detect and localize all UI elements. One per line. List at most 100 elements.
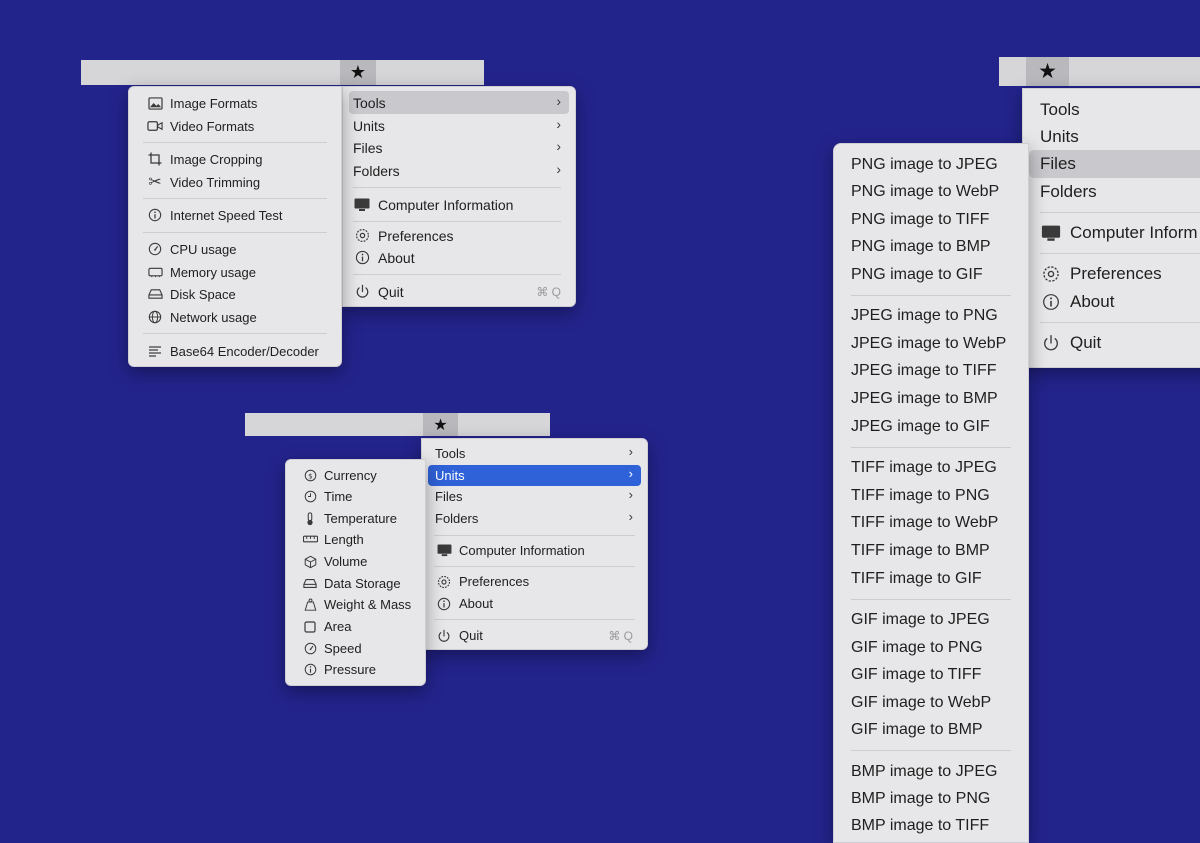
menu-item-computer-information[interactable]: Computer Information [428,540,641,561]
menu-item-label: TIFF image to WebP [851,513,999,531]
menu-item-pressure[interactable]: Pressure [292,659,419,680]
menu-item-label: Units [435,468,465,483]
menu-item-tools[interactable]: Tools › [428,443,641,464]
menu-item-quit[interactable]: Quit [1029,329,1200,357]
menu-item-jpeg-to-png[interactable]: JPEG image to PNG [840,302,1022,329]
menu-item-image-cropping[interactable]: Image Cropping [135,148,335,170]
menu-item-label: PNG image to TIFF [851,210,990,228]
menu-item-disk-space[interactable]: Disk Space [135,283,335,305]
menu-item-bmp-to-tiff[interactable]: BMP image to TIFF [840,812,1022,839]
menu-item-tiff-to-bmp[interactable]: TIFF image to BMP [840,537,1022,564]
menu-item-label: PNG image to WebP [851,182,1000,200]
menu-item-memory-usage[interactable]: Memory usage [135,261,335,283]
star-menu-button[interactable]: ★ [1026,57,1069,86]
menu-item-files[interactable]: Files › [349,136,569,159]
menu-item-preferences[interactable]: Preferences [1029,260,1200,288]
menu-item-png-to-webp[interactable]: PNG image to WebP [840,178,1022,205]
menu-item-video-formats[interactable]: Video Formats [135,115,335,137]
menu-item-computer-information[interactable]: Computer Inform [1029,219,1200,247]
menu-item-label: Currency [324,468,377,483]
menu-item-gif-to-png[interactable]: GIF image to PNG [840,634,1022,661]
menu-item-jpeg-to-tiff[interactable]: JPEG image to TIFF [840,357,1022,384]
menu-item-files[interactable]: Files › [428,486,641,507]
separator [143,232,327,233]
menu-item-base64[interactable]: Base64 Encoder/Decoder [135,340,335,362]
menu-item-label: Speed [324,641,362,656]
menu-item-png-to-gif[interactable]: PNG image to GIF [840,261,1022,288]
menu-item-gif-to-bmp[interactable]: GIF image to BMP [840,716,1022,743]
menu-item-units[interactable]: Units [1029,123,1200,150]
menu-bar [245,413,550,436]
menu-item-folders[interactable]: Folders [1029,178,1200,205]
menu-item-cpu-usage[interactable]: CPU usage [135,238,335,260]
menu-item-about[interactable]: About [428,593,641,614]
thermometer-icon [301,511,319,526]
menu-item-folders[interactable]: Folders › [428,508,641,529]
menu-item-bmp-to-jpeg[interactable]: BMP image to JPEG [840,758,1022,785]
menu-item-png-to-bmp[interactable]: PNG image to BMP [840,233,1022,260]
menu-item-temperature[interactable]: Temperature [292,508,419,529]
star-menu-button[interactable]: ★ [340,60,376,85]
image-icon [145,96,165,110]
menu-item-label: Pressure [324,662,377,677]
menu-item-preferences[interactable]: Preferences [349,224,569,247]
chevron-right-icon: › [628,466,633,481]
menu-item-gif-to-tiff[interactable]: GIF image to TIFF [840,661,1022,688]
menu-item-length[interactable]: Length [292,529,419,550]
menu-item-about[interactable]: About [1029,288,1200,316]
menu-item-jpeg-to-webp[interactable]: JPEG image to WebP [840,330,1022,357]
menu-item-volume[interactable]: Volume [292,551,419,572]
menu-item-data-storage[interactable]: Data Storage [292,573,419,594]
menu-item-units[interactable]: Units › [428,465,641,486]
menu-item-label: Quit [1070,333,1102,352]
menu-item-tiff-to-png[interactable]: TIFF image to PNG [840,482,1022,509]
star-menu-button[interactable]: ★ [423,413,458,436]
menu-item-tiff-to-webp[interactable]: TIFF image to WebP [840,509,1022,536]
quit-shortcut: ⌘ Q [536,284,561,299]
separator [434,535,635,536]
menu-item-png-to-jpeg[interactable]: PNG image to JPEG [840,151,1022,178]
square-icon [301,620,319,633]
menu-item-units[interactable]: Units › [349,114,569,137]
power-icon [353,284,371,299]
menu-item-gif-to-webp[interactable]: GIF image to WebP [840,689,1022,716]
menu-item-files[interactable]: Files [1029,150,1200,178]
chevron-right-icon: › [556,93,561,109]
menu-item-tools[interactable]: Tools [1029,96,1200,123]
menu-item-speed[interactable]: Speed [292,638,419,659]
menu-item-video-trimming[interactable]: ✂ Video Trimming [135,171,335,193]
menu-item-currency[interactable]: $ Currency [292,465,419,486]
menu-item-folders[interactable]: Folders › [349,159,569,182]
monitor-icon [353,198,371,212]
menu-item-label: Units [1040,126,1079,146]
menu-item-time[interactable]: Time [292,486,419,507]
menu-item-image-formats[interactable]: Image Formats [135,92,335,114]
menu-item-label: CPU usage [170,241,237,257]
menu-item-computer-information[interactable]: Computer Information [349,193,569,216]
menu-item-jpeg-to-gif[interactable]: JPEG image to GIF [840,413,1022,440]
menu-item-jpeg-to-bmp[interactable]: JPEG image to BMP [840,385,1022,412]
info-icon [435,597,453,611]
menu-item-internet-speed-test[interactable]: Internet Speed Test [135,204,335,226]
menu-item-tiff-to-gif[interactable]: TIFF image to GIF [840,565,1022,592]
menu-item-label: Folders [353,162,400,179]
menu-item-label: Files [353,139,383,156]
menu-item-label: TIFF image to JPEG [851,458,997,476]
menu-item-tiff-to-jpeg[interactable]: TIFF image to JPEG [840,454,1022,481]
menu-item-quit[interactable]: Quit ⌘ Q [349,280,569,303]
separator [1040,253,1200,254]
menu-item-preferences[interactable]: Preferences [428,571,641,592]
menu-item-png-to-tiff[interactable]: PNG image to TIFF [840,206,1022,233]
menu-item-label: Folders [435,511,479,526]
menu-item-label: GIF image to WebP [851,693,992,711]
menu-item-bmp-to-png[interactable]: BMP image to PNG [840,785,1022,812]
menu-item-quit[interactable]: Quit ⌘ Q [428,625,641,646]
menu-item-label: About [459,596,493,611]
menu-item-label: BMP image to TIFF [851,816,990,834]
menu-item-area[interactable]: Area [292,616,419,637]
menu-item-gif-to-jpeg[interactable]: GIF image to JPEG [840,606,1022,633]
menu-item-network-usage[interactable]: Network usage [135,306,335,328]
menu-item-tools[interactable]: Tools › [349,91,569,114]
menu-item-weight-mass[interactable]: Weight & Mass [292,594,419,615]
menu-item-about[interactable]: About [349,246,569,269]
